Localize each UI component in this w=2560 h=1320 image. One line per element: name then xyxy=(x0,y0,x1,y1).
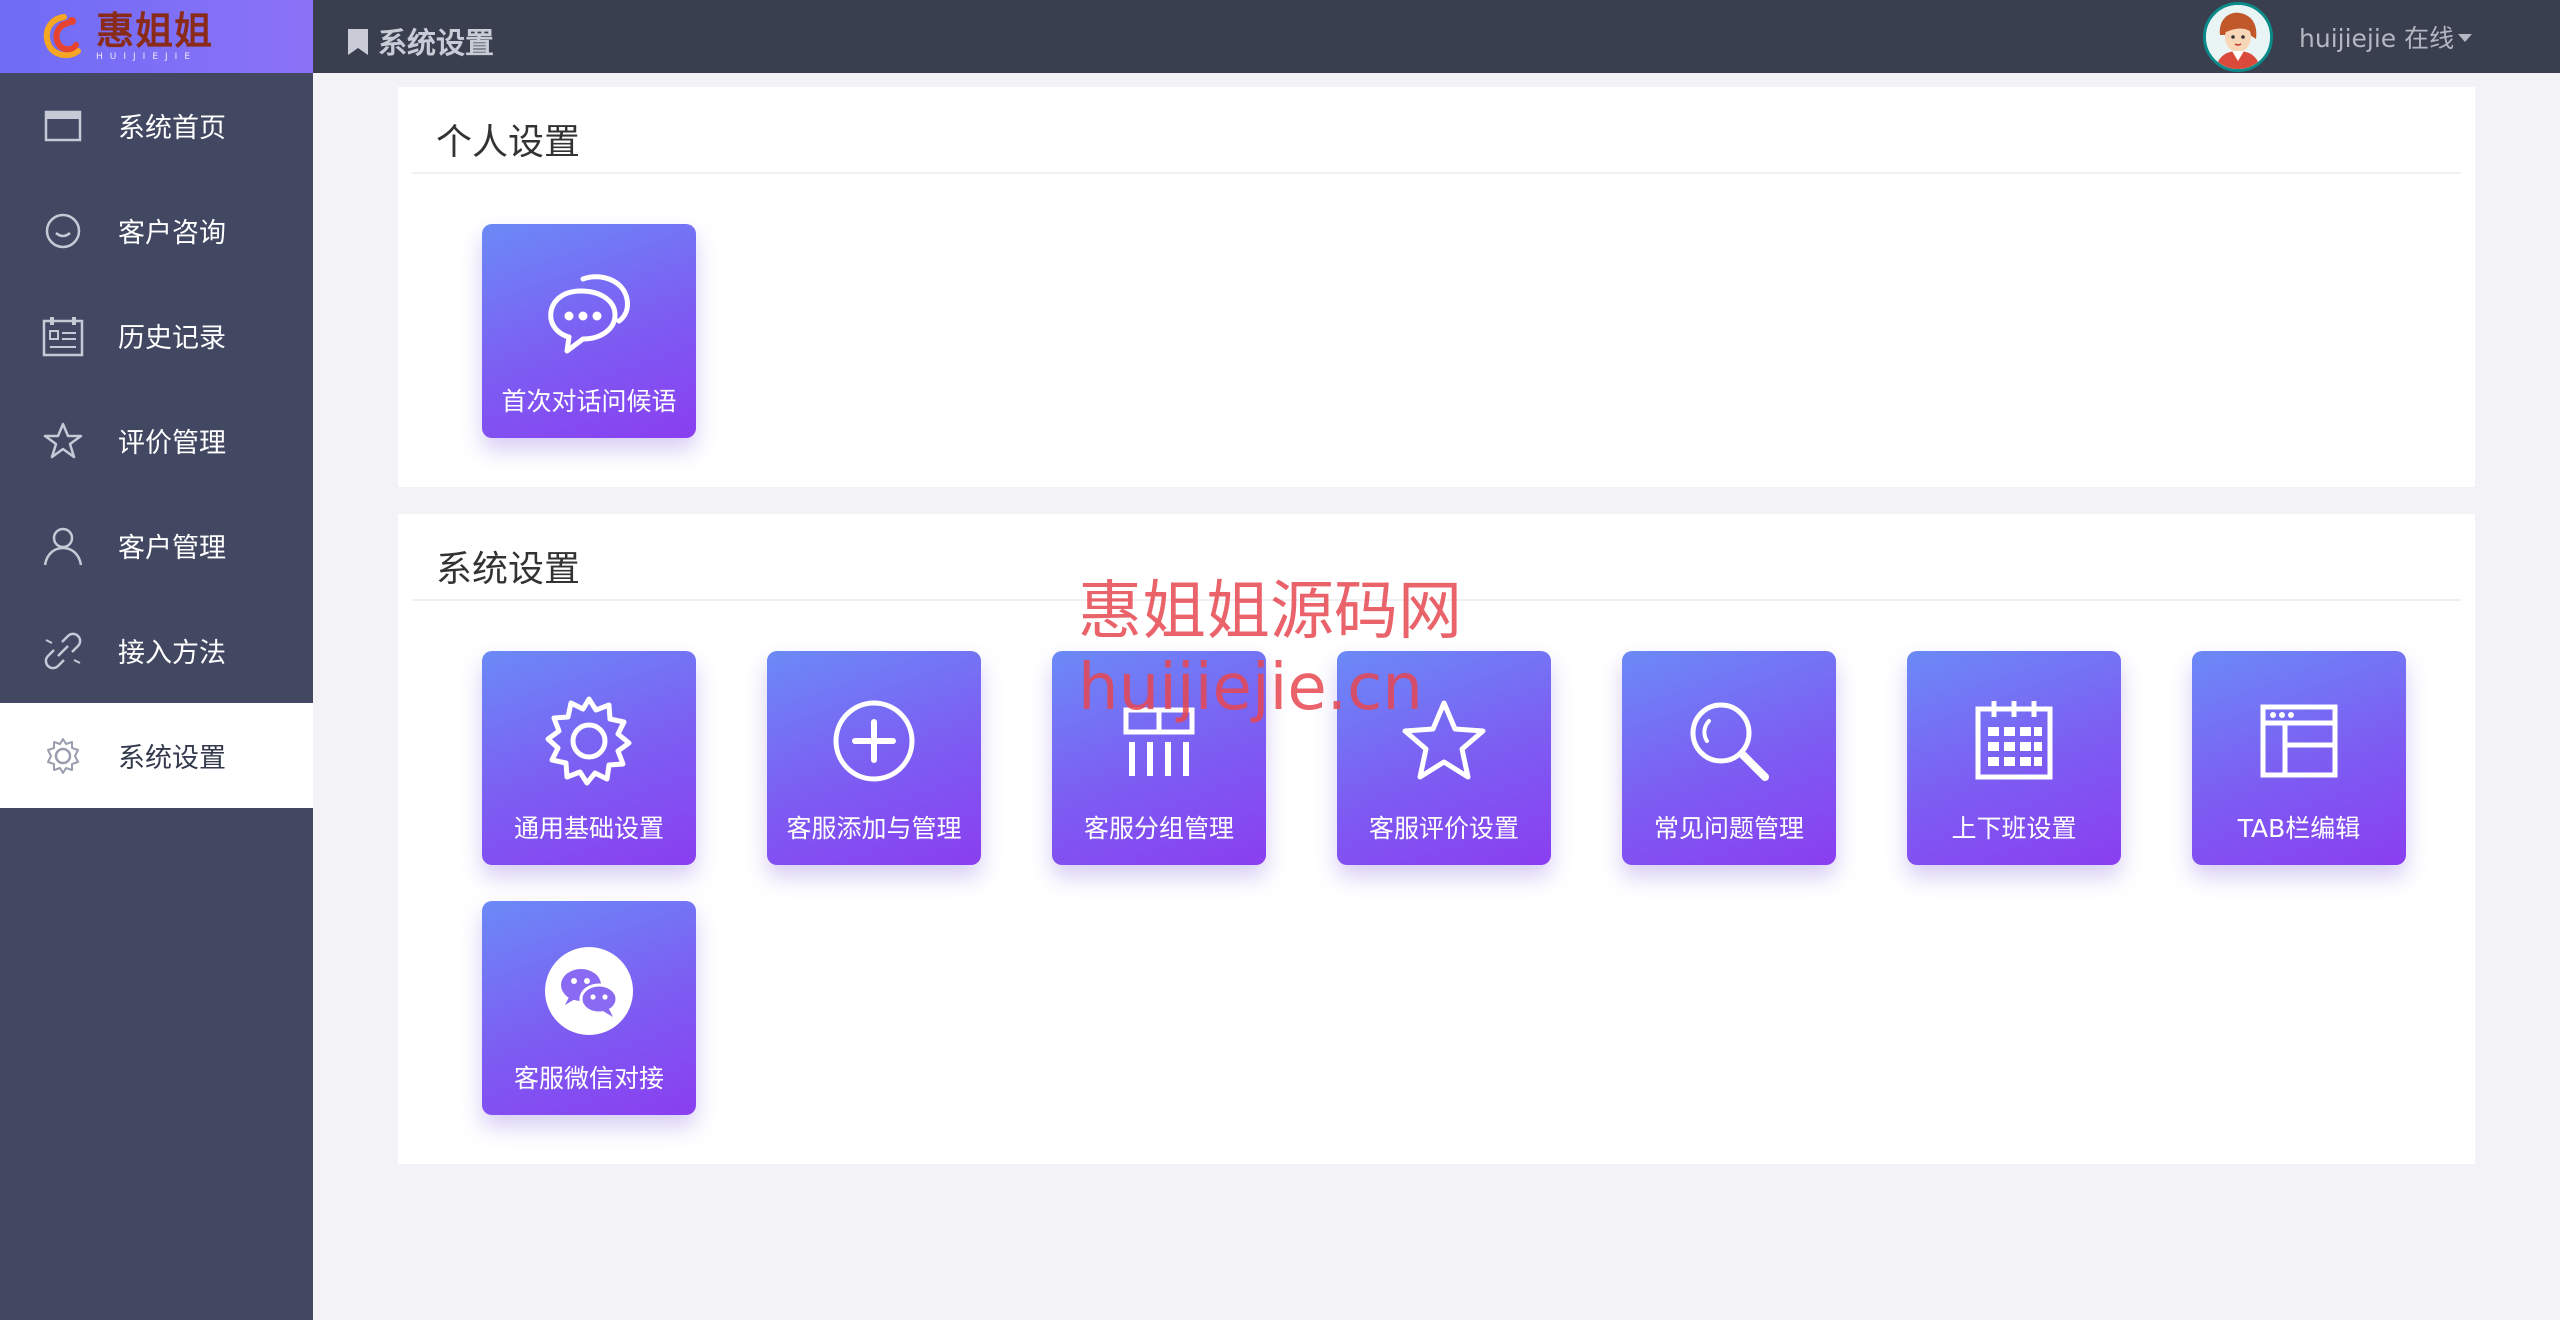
panel-divider xyxy=(412,172,2461,174)
tile-general-settings[interactable]: 通用基础设置 xyxy=(482,651,696,865)
sidebar: 惠姐姐 HUIJIEJIE 系统首页 客户咨询 历史记录 评价管理 客户管理 接… xyxy=(0,0,313,1320)
calendar-list-icon xyxy=(40,313,86,359)
tile-label: 常见问题管理 xyxy=(1653,814,1804,843)
sidebar-item-settings[interactable]: 系统设置 xyxy=(0,703,313,808)
sidebar-item-label: 客户咨询 xyxy=(118,218,226,249)
tile-faq-management[interactable]: 常见问题管理 xyxy=(1622,651,1836,865)
sidebar-item-label: 评价管理 xyxy=(118,428,226,459)
gear-icon xyxy=(539,691,639,791)
logo[interactable]: 惠姐姐 HUIJIEJIE xyxy=(0,0,313,73)
logo-icon xyxy=(38,11,90,63)
sidebar-item-history[interactable]: 历史记录 xyxy=(0,283,313,388)
chat-bubble-icon xyxy=(40,208,86,254)
sidebar-item-consult[interactable]: 客户咨询 xyxy=(0,178,313,283)
brand-name: 惠姐姐 xyxy=(96,8,214,53)
tile-shift-settings[interactable]: 上下班设置 xyxy=(1907,651,2121,865)
tile-label: 客服添加与管理 xyxy=(786,814,962,843)
tile-greeting[interactable]: 首次对话问候语 xyxy=(482,224,696,438)
tile-wechat-integration[interactable]: 客服微信对接 xyxy=(482,901,696,1115)
star-icon xyxy=(40,418,86,464)
group-icon xyxy=(1109,691,1209,791)
topbar: 系统设置 huijiejie 在线 xyxy=(313,0,2560,73)
user-menu[interactable]: huijiejie 在线 xyxy=(2203,0,2473,73)
sidebar-item-label: 历史记录 xyxy=(118,323,226,354)
tile-label: 客服微信对接 xyxy=(513,1064,664,1093)
tile-label: 客服评价设置 xyxy=(1368,814,1519,843)
tile-tab-editor[interactable]: TAB栏编辑 xyxy=(2192,651,2406,865)
star-icon xyxy=(1394,691,1494,791)
chevron-down-icon[interactable] xyxy=(2458,33,2473,42)
tile-label: 上下班设置 xyxy=(1951,814,2077,843)
link-icon xyxy=(40,628,86,674)
brand-sub: HUIJIEJIE xyxy=(96,51,197,62)
user-status[interactable]: huijiejie 在线 xyxy=(2299,19,2454,55)
sidebar-item-customers[interactable]: 客户管理 xyxy=(0,493,313,598)
calendar-icon xyxy=(1964,691,2064,791)
avatar[interactable] xyxy=(2203,1,2273,72)
sidebar-item-review[interactable]: 评价管理 xyxy=(0,388,313,493)
tile-label: TAB栏编辑 xyxy=(2237,814,2361,843)
wechat-icon xyxy=(539,941,639,1041)
sidebar-item-label: 客户管理 xyxy=(118,533,226,564)
tile-review-settings[interactable]: 客服评价设置 xyxy=(1337,651,1551,865)
search-icon xyxy=(1679,691,1779,791)
sidebar-item-label: 接入方法 xyxy=(118,638,226,669)
bookmark-icon xyxy=(348,28,368,55)
gear-icon xyxy=(40,733,86,779)
sidebar-item-label: 系统首页 xyxy=(118,113,226,144)
tile-label: 首次对话问候语 xyxy=(501,387,677,416)
breadcrumb: 系统设置 xyxy=(348,20,494,62)
sidebar-item-home[interactable]: 系统首页 xyxy=(0,73,313,178)
personal-settings-panel: 个人设置 首次对话问候语 xyxy=(398,87,2475,487)
browser-window-icon xyxy=(2249,691,2349,791)
sidebar-nav: 系统首页 客户咨询 历史记录 评价管理 客户管理 接入方法 系统设置 xyxy=(0,73,313,808)
window-icon xyxy=(40,103,86,149)
plus-circle-icon xyxy=(824,691,924,791)
tile-label: 客服分组管理 xyxy=(1083,814,1234,843)
chat-dots-icon xyxy=(539,264,639,364)
sidebar-item-access[interactable]: 接入方法 xyxy=(0,598,313,703)
panel-title: 系统设置 xyxy=(436,549,581,590)
sidebar-item-label: 系统设置 xyxy=(118,743,226,774)
tile-group-management[interactable]: 客服分组管理 xyxy=(1052,651,1266,865)
panel-title: 个人设置 xyxy=(436,122,581,163)
panel-divider xyxy=(412,599,2461,601)
tile-agent-management[interactable]: 客服添加与管理 xyxy=(767,651,981,865)
system-settings-panel: 系统设置 通用基础设置 客服添加与管理 客服分组管理 客服评价设置 常见问题管理 xyxy=(398,514,2475,1164)
breadcrumb-label: 系统设置 xyxy=(378,26,495,60)
tile-label: 通用基础设置 xyxy=(513,814,664,843)
user-icon xyxy=(40,523,86,569)
